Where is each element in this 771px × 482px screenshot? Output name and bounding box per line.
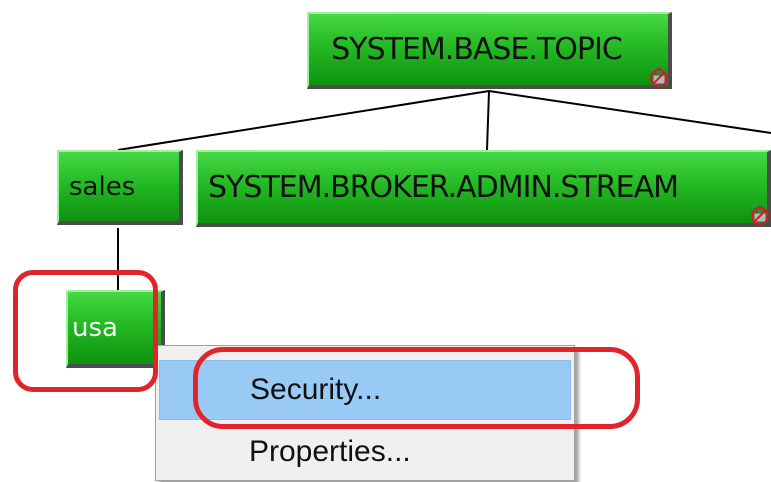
- connector-root-to-admin-stream: [486, 90, 490, 151]
- menu-item-security[interactable]: Security...: [159, 360, 571, 420]
- topic-node-label: sales: [69, 171, 136, 202]
- menu-item-label: Security...: [250, 373, 382, 406]
- lock-icon: [650, 67, 668, 87]
- context-menu: Security... Properties...: [155, 345, 575, 481]
- topic-node-usa[interactable]: usa: [66, 290, 165, 368]
- connector-root-to-sales: [117, 90, 490, 151]
- topic-node-system-broker-admin-stream[interactable]: SYSTEM.BROKER.ADMIN.STREAM: [196, 150, 771, 227]
- connector-root-to-offscreen: [488, 90, 771, 134]
- topic-node-label: usa: [72, 313, 118, 343]
- menu-item-properties[interactable]: Properties...: [159, 422, 571, 482]
- topic-node-sales[interactable]: sales: [57, 150, 183, 225]
- menu-item-label: Properties...: [249, 435, 411, 468]
- lock-icon: [751, 205, 769, 225]
- topic-node-label: SYSTEM.BROKER.ADMIN.STREAM: [208, 170, 679, 205]
- topic-node-label: SYSTEM.BASE.TOPIC: [331, 32, 623, 67]
- topic-node-system-base-topic[interactable]: SYSTEM.BASE.TOPIC: [307, 12, 672, 89]
